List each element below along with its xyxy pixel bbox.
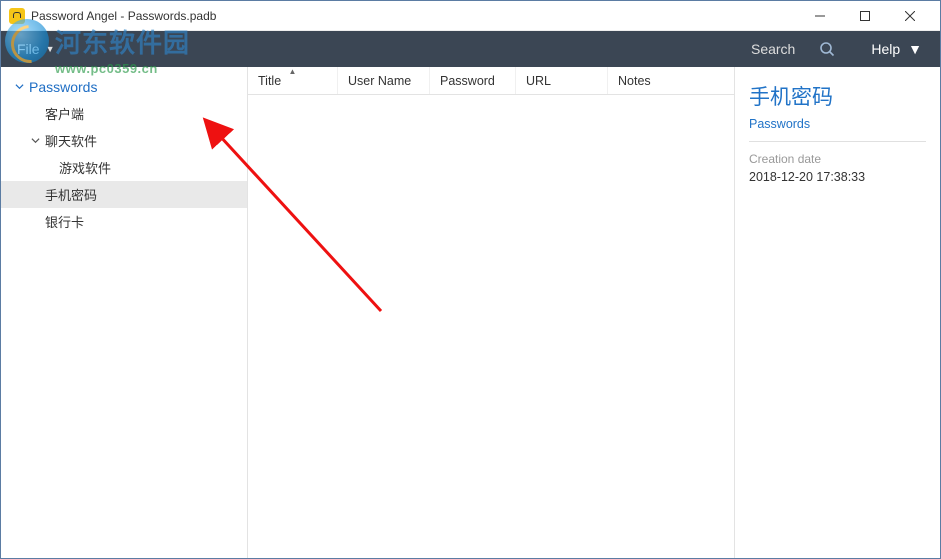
app-icon	[9, 8, 25, 24]
column-password[interactable]: Password	[430, 67, 516, 94]
tree-item-selected[interactable]: 手机密码	[1, 181, 247, 208]
detail-pane: 手机密码 Passwords Creation date 2018-12-20 …	[735, 67, 940, 558]
maximize-button[interactable]	[842, 2, 887, 30]
tree-item-label: 游戏软件	[59, 158, 111, 177]
chevron-down-icon: ▼	[46, 44, 55, 54]
tree-item-label: 客户端	[45, 104, 84, 123]
menubar: File ▼ Search Help ▼	[1, 31, 940, 67]
column-title[interactable]: ▲ Title	[248, 67, 338, 94]
chevron-down-icon: ▼	[908, 41, 922, 57]
divider	[749, 141, 926, 142]
help-menu[interactable]: Help ▼	[859, 35, 934, 63]
file-menu[interactable]: File ▼	[7, 35, 64, 63]
chevron-down-icon[interactable]	[13, 82, 25, 91]
search-label[interactable]: Search	[751, 41, 795, 57]
list-header: ▲ Title User Name Password URL Notes	[248, 67, 734, 95]
help-menu-label: Help	[871, 41, 900, 57]
column-notes-label: Notes	[618, 74, 651, 88]
tree-item-label: 银行卡	[45, 212, 84, 231]
column-url-label: URL	[526, 74, 551, 88]
creation-date-label: Creation date	[749, 152, 926, 166]
tree-item-label: 手机密码	[45, 185, 97, 204]
detail-title: 手机密码	[749, 81, 926, 111]
tree-item[interactable]: 客户端	[1, 100, 247, 127]
column-password-label: Password	[440, 74, 495, 88]
minimize-button[interactable]	[797, 2, 842, 30]
column-username[interactable]: User Name	[338, 67, 430, 94]
main-content: Passwords 客户端 聊天软件 游戏软件 手机密码 银行卡	[1, 67, 940, 558]
tree-item[interactable]: 游戏软件	[1, 154, 247, 181]
sidebar: Passwords 客户端 聊天软件 游戏软件 手机密码 银行卡	[1, 67, 248, 558]
search-icon[interactable]	[813, 35, 841, 63]
close-button[interactable]	[887, 2, 932, 30]
tree-item[interactable]: 聊天软件	[1, 127, 247, 154]
folder-tree: Passwords 客户端 聊天软件 游戏软件 手机密码 银行卡	[1, 67, 247, 235]
entries-list: ▲ Title User Name Password URL Notes	[248, 67, 735, 558]
tree-root-label: Passwords	[29, 79, 97, 95]
window-controls	[797, 2, 932, 30]
column-username-label: User Name	[348, 74, 411, 88]
tree-item[interactable]: 银行卡	[1, 208, 247, 235]
creation-date-value: 2018-12-20 17:38:33	[749, 170, 926, 184]
column-title-label: Title	[258, 74, 281, 88]
sort-asc-icon: ▲	[289, 67, 297, 76]
tree-item-label: 聊天软件	[45, 131, 97, 150]
column-notes[interactable]: Notes	[608, 67, 734, 94]
chevron-down-icon[interactable]	[29, 136, 41, 145]
list-body[interactable]	[248, 95, 734, 558]
file-menu-label: File	[17, 41, 40, 57]
column-url[interactable]: URL	[516, 67, 608, 94]
tree-root-passwords[interactable]: Passwords	[1, 73, 247, 100]
detail-subtitle: Passwords	[749, 117, 926, 131]
window-title: Password Angel - Passwords.padb	[31, 9, 797, 23]
titlebar: Password Angel - Passwords.padb	[1, 1, 940, 31]
